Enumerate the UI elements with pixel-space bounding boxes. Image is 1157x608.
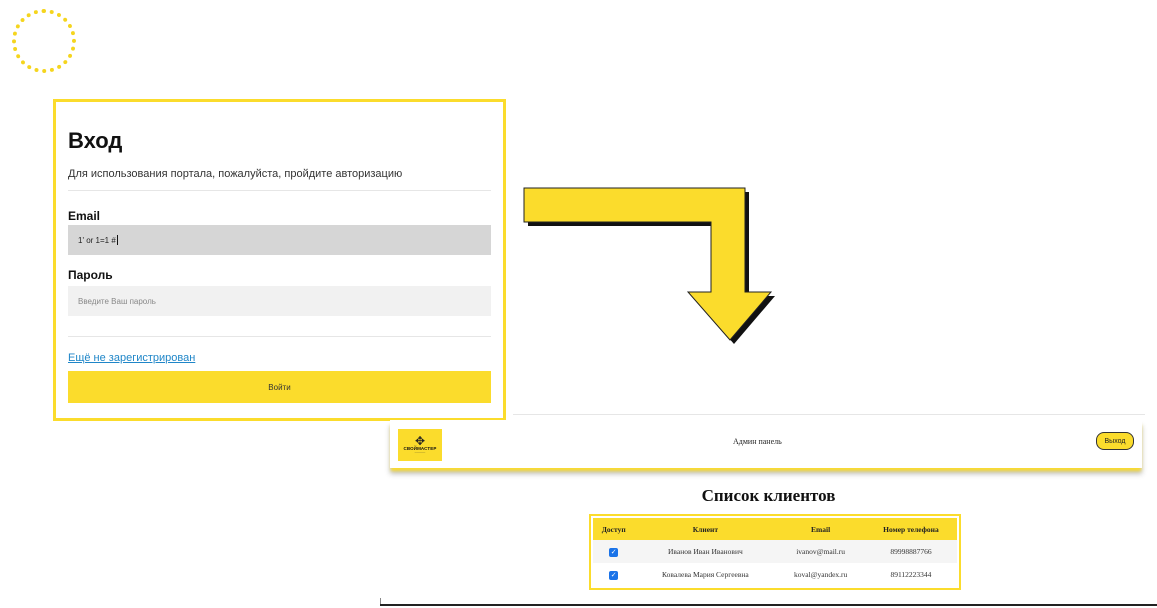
divider — [380, 604, 1157, 606]
table-header: Доступ Клиент Email Номер телефона — [593, 518, 957, 540]
logo-mark: ✥ — [414, 434, 426, 448]
wrench-logo-icon[interactable]: ✥ СВОЙМАСТЕР ────── — [398, 429, 442, 461]
divider — [68, 190, 491, 191]
login-title: Вход — [68, 128, 123, 153]
col-phone: Номер телефона — [864, 518, 957, 540]
clients-table: Доступ Клиент Email Номер телефона ✓ Ива… — [589, 514, 961, 590]
divider — [68, 336, 491, 337]
col-client: Клиент — [634, 518, 777, 540]
list-title: Список клиентов — [701, 486, 836, 505]
nav-title: Админ панель — [733, 437, 782, 446]
admin-navbar: ✥ СВОЙМАСТЕР ────── Админ панель Выход — [390, 420, 1142, 468]
access-checkbox[interactable]: ✓ — [609, 547, 619, 557]
dotted-circle-icon — [12, 9, 76, 73]
client-phone: 89998887766 — [864, 540, 957, 563]
client-email: ivanov@mail.ru — [776, 540, 865, 563]
client-name: Иванов Иван Иванович — [634, 540, 777, 563]
password-field[interactable]: Введите Ваш пароль — [68, 286, 491, 316]
email-label: Email — [68, 209, 101, 223]
text-cursor — [116, 235, 118, 245]
col-access: Доступ — [593, 518, 635, 540]
bent-arrow-down-icon — [523, 187, 775, 344]
admin-panel: ✥ СВОЙМАСТЕР ────── Админ панель Выход С… — [380, 404, 1157, 608]
client-email: koval@yandex.ru — [793, 570, 848, 579]
table-row: ✓ Иванов Иван Иванович ivanov@mail.ru 89… — [593, 540, 957, 563]
client-phone: 89112223344 — [890, 570, 932, 579]
password-label: Пароль — [68, 268, 113, 282]
table-row: ✓ Ковалева Мария Сергеевна koval@yandex.… — [593, 563, 957, 586]
register-link[interactable]: Ещё не зарегистрирован — [68, 352, 195, 364]
password-placeholder: Введите Ваш пароль — [78, 296, 156, 306]
logo-underline: ────── — [414, 451, 426, 454]
email-field[interactable]: 1' or 1=1 # — [68, 225, 491, 255]
login-subtitle: Для использования портала, пожалуйста, п… — [68, 168, 403, 180]
client-name: Ковалева Мария Сергеевна — [662, 570, 749, 579]
login-button[interactable]: Войти — [68, 371, 491, 403]
email-value: 1' or 1=1 # — [78, 235, 116, 245]
exit-button[interactable]: Выход — [1096, 432, 1134, 450]
access-checkbox[interactable]: ✓ — [609, 570, 619, 580]
col-email: Email — [776, 518, 865, 540]
divider — [513, 414, 1145, 415]
login-form: Вход Для использования портала, пожалуйс… — [53, 99, 506, 421]
